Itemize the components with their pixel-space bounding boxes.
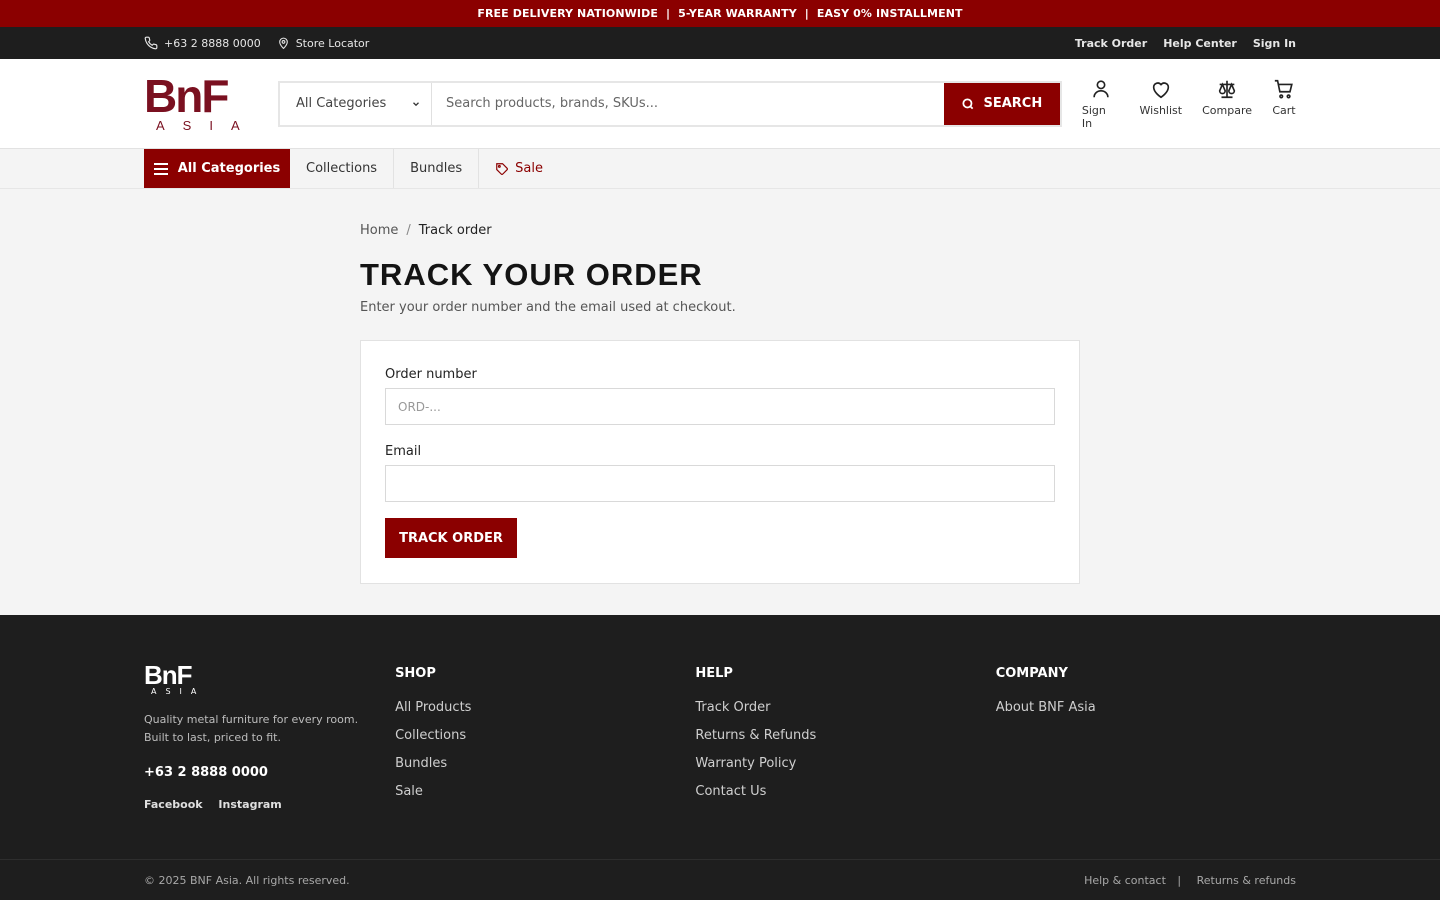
phone-number: +63 2 8888 0000 xyxy=(164,36,261,50)
promo-free-delivery: FREE DELIVERY NATIONWIDE xyxy=(477,7,658,20)
footer-link-track-order[interactable]: Track Order xyxy=(695,700,995,715)
track-order-form: Order number Email TRACK ORDER xyxy=(360,340,1080,584)
email-label: Email xyxy=(385,444,422,459)
footer-link-all-products[interactable]: All Products xyxy=(395,700,695,715)
site-header: BnF ASIA All Categories SEARCH Sign In W… xyxy=(0,59,1440,148)
footer-logo[interactable]: BnF ASIA xyxy=(144,660,206,697)
footer-logo-mark: BnF xyxy=(144,660,193,690)
all-categories-button[interactable]: All Categories xyxy=(144,149,290,188)
footer-help-contact-link[interactable]: Help & contact xyxy=(1084,874,1166,887)
footer-help-column: HELP Track Order Returns & Refunds Warra… xyxy=(695,663,995,859)
store-locator-link[interactable]: Store Locator xyxy=(277,36,370,50)
page-subtitle: Enter your order number and the email us… xyxy=(360,300,736,315)
header-compare[interactable]: Compare xyxy=(1202,78,1252,130)
footer-description: Quality metal furniture for every room. … xyxy=(144,713,359,744)
footer-link-warranty[interactable]: Warranty Policy xyxy=(695,756,995,771)
nav-sale[interactable]: Sale xyxy=(479,149,559,188)
search-bar: All Categories SEARCH xyxy=(277,80,1062,127)
breadcrumb-home[interactable]: Home xyxy=(360,223,398,238)
nav-bundles[interactable]: Bundles xyxy=(394,149,480,188)
order-number-input[interactable] xyxy=(385,388,1055,425)
instagram-link[interactable]: Instagram xyxy=(218,798,281,811)
footer-company-heading: COMPANY xyxy=(995,666,1068,681)
wishlist-label: Wishlist xyxy=(1139,103,1183,117)
facebook-link[interactable]: Facebook xyxy=(144,798,203,811)
category-select[interactable]: All Categories xyxy=(280,82,432,125)
scale-icon xyxy=(1218,80,1236,98)
menu-icon xyxy=(153,162,168,175)
search-icon xyxy=(962,97,974,109)
breadcrumb: Home / Track order xyxy=(360,223,1080,238)
chevron-down-icon xyxy=(413,101,419,106)
footer-shop-heading: SHOP xyxy=(395,666,436,681)
category-select-value: All Categories xyxy=(295,96,387,111)
search-input[interactable] xyxy=(431,82,944,125)
footer-shop-column: SHOP All Products Collections Bundles Sa… xyxy=(395,663,695,859)
footer-link-sale[interactable]: Sale xyxy=(395,784,695,799)
store-locator-label: Store Locator xyxy=(295,36,370,50)
promo-bar: FREE DELIVERY NATIONWIDE | 5-YEAR WARRAN… xyxy=(0,0,1440,27)
order-number-label: Order number xyxy=(385,367,477,382)
header-wishlist[interactable]: Wishlist xyxy=(1139,78,1183,130)
copyright: © 2025 BNF Asia. All rights reserved. xyxy=(144,873,350,887)
main-nav: All Categories Collections Bundles Sale xyxy=(0,148,1440,189)
util-track-order-link[interactable]: Track Order xyxy=(1075,37,1147,50)
utility-bar: +63 2 8888 0000 Store Locator Track Orde… xyxy=(0,27,1440,59)
footer-bottom-separator: | xyxy=(1177,873,1182,887)
logo-subtext: ASIA xyxy=(156,117,258,133)
all-categories-label: All Categories xyxy=(177,161,281,176)
brand-logo[interactable]: BnF ASIA xyxy=(144,69,248,133)
email-input[interactable] xyxy=(385,465,1055,502)
track-order-button[interactable]: TRACK ORDER xyxy=(385,518,517,558)
footer-help-heading: HELP xyxy=(695,666,733,681)
footer-link-contact[interactable]: Contact Us xyxy=(695,784,995,799)
promo-separator: | xyxy=(665,7,671,20)
cart-icon xyxy=(1274,79,1293,98)
footer-link-about[interactable]: About BNF Asia xyxy=(996,700,1296,715)
compare-label: Compare xyxy=(1202,103,1252,117)
util-sign-in-link[interactable]: Sign In xyxy=(1253,37,1296,50)
header-cart[interactable]: Cart xyxy=(1272,78,1296,130)
page-title: TRACK YOUR ORDER xyxy=(360,257,703,292)
footer-returns-refunds-link[interactable]: Returns & refunds xyxy=(1197,874,1296,887)
promo-separator: | xyxy=(804,7,809,20)
search-button-label: SEARCH xyxy=(983,96,1043,111)
header-sign-in[interactable]: Sign In xyxy=(1082,78,1120,130)
cart-label: Cart xyxy=(1272,103,1296,117)
sign-in-label: Sign In xyxy=(1081,103,1106,130)
main-content: Home / Track order TRACK YOUR ORDER Ente… xyxy=(0,189,1440,615)
footer-link-collections[interactable]: Collections xyxy=(395,728,695,743)
footer-link-returns[interactable]: Returns & Refunds xyxy=(695,728,995,743)
footer-bottom-bar: © 2025 BNF Asia. All rights reserved. He… xyxy=(0,859,1440,900)
site-footer: BnF ASIA Quality metal furniture for eve… xyxy=(0,615,1440,900)
phone-icon xyxy=(144,36,158,50)
promo-installment: EASY 0% INSTALLMENT xyxy=(816,7,963,20)
util-help-center-link[interactable]: Help Center xyxy=(1163,37,1237,50)
nav-sale-label: Sale xyxy=(515,161,543,176)
footer-link-bundles[interactable]: Bundles xyxy=(395,756,695,771)
logo-mark: BnF xyxy=(144,69,229,122)
map-pin-icon xyxy=(278,37,288,50)
user-icon xyxy=(1092,79,1109,97)
heart-icon xyxy=(1152,81,1169,98)
footer-company-column: COMPANY About BNF Asia xyxy=(996,663,1296,859)
footer-logo-subtext: ASIA xyxy=(151,687,206,696)
search-button[interactable]: SEARCH xyxy=(943,82,1060,125)
phone-contact[interactable]: +63 2 8888 0000 xyxy=(144,36,261,50)
breadcrumb-current: Track order xyxy=(418,223,492,238)
footer-social: Facebook Instagram xyxy=(144,798,395,811)
nav-collections[interactable]: Collections xyxy=(290,149,395,188)
breadcrumb-separator: / xyxy=(406,223,411,238)
promo-warranty: 5-YEAR WARRANTY xyxy=(678,7,797,20)
tag-icon xyxy=(496,162,509,175)
footer-phone[interactable]: +63 2 8888 0000 xyxy=(144,765,395,780)
